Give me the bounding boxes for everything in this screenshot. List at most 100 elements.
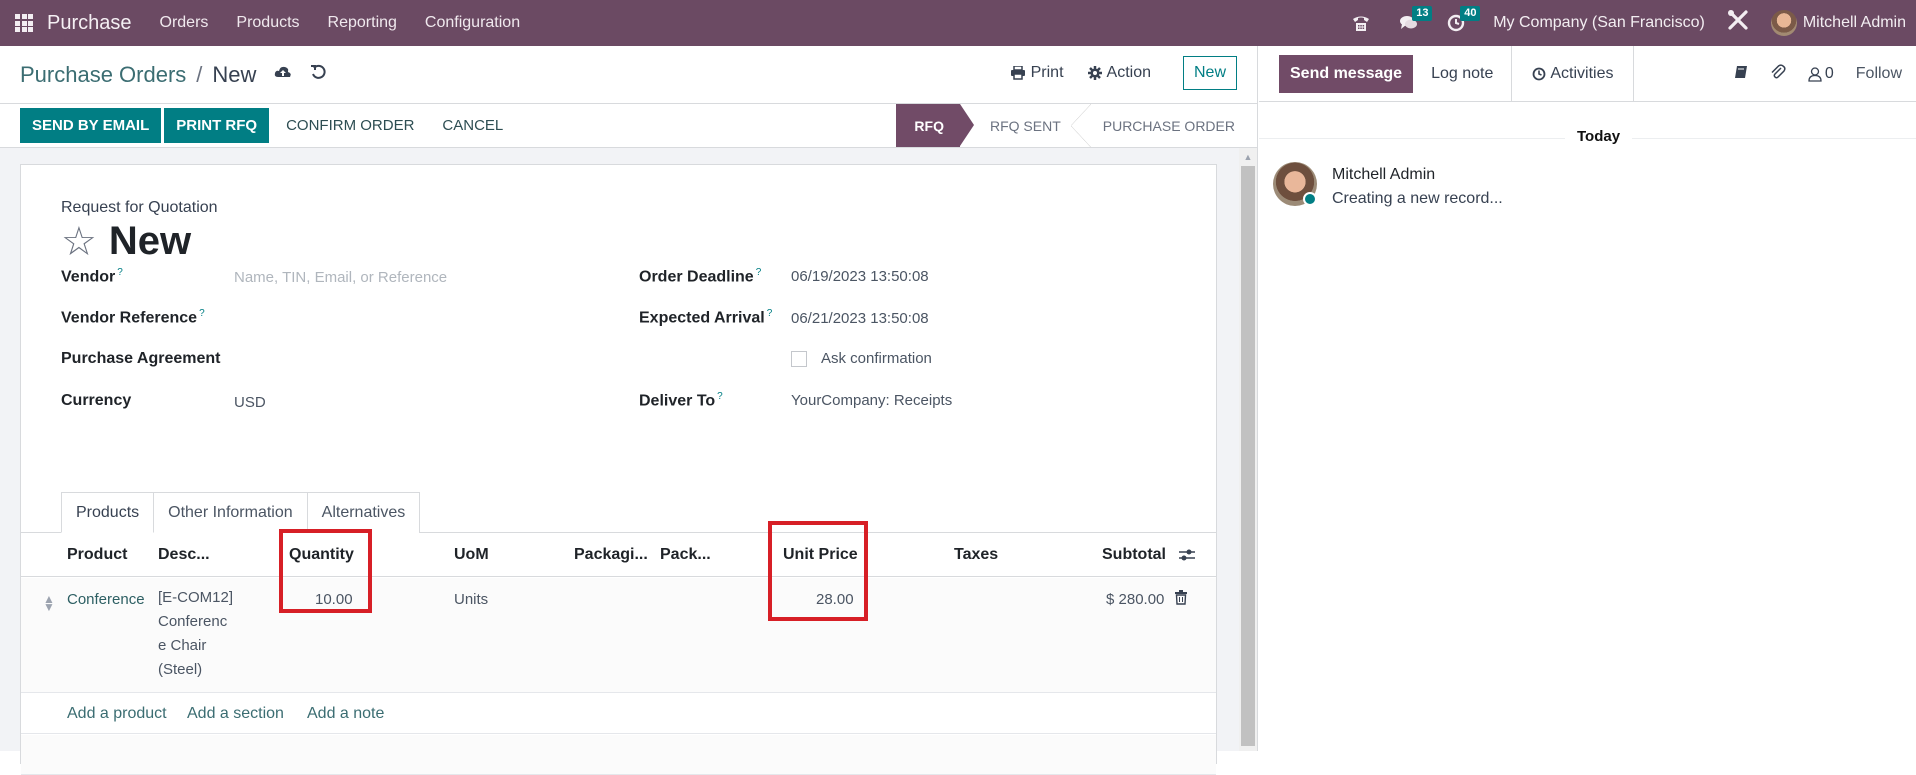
paperclip-icon[interactable] (1770, 63, 1786, 85)
menu-configuration[interactable]: Configuration (425, 14, 520, 32)
clock-icon[interactable]: 40 (1447, 6, 1481, 32)
expected-arrival-input[interactable]: 06/21/2023 13:50:08 (791, 310, 929, 327)
clock-icon (1532, 67, 1546, 80)
line-subtotal: $ 280.00 (1106, 591, 1165, 608)
currency-label: Currency (61, 392, 132, 409)
purchase-agreement-input[interactable] (234, 350, 584, 372)
online-status-dot (1303, 192, 1317, 206)
cancel-button[interactable]: CANCEL (428, 108, 517, 143)
chatter-panel: Send message Log note Activities 0 Follo… (1259, 45, 1916, 751)
stage-pipeline: RFQ RFQ SENT PURCHASE ORDER (896, 104, 1235, 147)
menu-products[interactable]: Products (236, 14, 299, 32)
confirm-order-button[interactable]: CONFIRM ORDER (272, 108, 428, 143)
message-body: Creating a new record... (1332, 190, 1503, 207)
col-packaging-qty[interactable]: Pack... (660, 546, 711, 564)
form-view: Purchase Orders / New Print Action New S… (0, 46, 1258, 775)
add-product-link[interactable]: Add a product (67, 705, 167, 723)
order-deadline-input[interactable]: 06/19/2023 13:50:08 (791, 268, 929, 285)
quantity-highlight-box (279, 529, 372, 613)
tab-products[interactable]: Products (61, 492, 155, 533)
tab-alternatives[interactable]: Alternatives (306, 492, 421, 533)
vendor-input[interactable]: Name, TIN, Email, or Reference (234, 269, 447, 286)
stage-rfq[interactable]: RFQ (896, 104, 974, 147)
scroll-thumb[interactable] (1241, 166, 1255, 746)
stage-purchase-order[interactable]: PURCHASE ORDER (1081, 104, 1235, 147)
app-name[interactable]: Purchase (47, 12, 132, 35)
col-taxes[interactable]: Taxes (954, 546, 998, 564)
col-subtotal[interactable]: Subtotal (1102, 546, 1166, 564)
purchase-agreement-field: Purchase Agreement (61, 350, 220, 368)
ask-confirmation-checkbox[interactable] (791, 350, 807, 367)
new-record-button[interactable]: New (1182, 56, 1237, 90)
line-uom[interactable]: Units (454, 591, 488, 608)
tools-icon[interactable] (1727, 9, 1749, 37)
add-line-row: Add a product Add a section Add a note (21, 694, 1216, 734)
company-switcher[interactable]: My Company (San Francisco) (1493, 14, 1705, 32)
form-scrollbar[interactable]: ▲ (1239, 148, 1257, 751)
purchase-agreement-label: Purchase Agreement (61, 350, 221, 367)
followers-button[interactable]: 0 (1808, 65, 1834, 83)
activities-button[interactable]: Activities (1511, 45, 1635, 102)
form-sheet: Request for Quotation ☆ New Vendor? Name… (20, 164, 1217, 775)
drag-handle-down-icon[interactable]: ▼ (43, 600, 55, 614)
menu-reporting[interactable]: Reporting (328, 14, 397, 32)
gear-icon (1087, 66, 1102, 80)
user-avatar[interactable] (1770, 10, 1797, 36)
order-line-row[interactable]: ▲ ▼ Conference [E-COM12] Conferenc e Cha… (21, 578, 1216, 693)
delete-line-icon[interactable] (1175, 590, 1187, 609)
col-product[interactable]: Product (67, 546, 127, 564)
menu-orders[interactable]: Orders (160, 14, 209, 32)
expected-arrival-label: Expected Arrival? (639, 308, 773, 327)
line-description[interactable]: [E-COM12] Conferenc e Chair (Steel) (158, 586, 233, 682)
print-label: Print (1030, 64, 1064, 81)
user-menu[interactable]: Mitchell Admin (1803, 14, 1906, 32)
scroll-up-arrow-icon[interactable]: ▲ (1239, 148, 1257, 166)
log-note-button[interactable]: Log note (1413, 55, 1511, 93)
deliver-to-field: Deliver To? (639, 391, 723, 410)
status-bar: SEND BY EMAIL PRINT RFQ CONFIRM ORDER CA… (0, 104, 1257, 148)
print-rfq-button[interactable]: PRINT RFQ (164, 108, 270, 143)
app-menu-icon[interactable] (15, 14, 33, 32)
messages-badge: 13 (1412, 6, 1433, 21)
control-panel: Purchase Orders / New Print Action New (0, 46, 1257, 104)
discard-undo-icon[interactable] (310, 64, 326, 85)
message-author[interactable]: Mitchell Admin (1332, 166, 1435, 184)
tab-other-information[interactable]: Other Information (153, 492, 308, 533)
ask-confirmation-label: Ask confirmation (821, 350, 932, 367)
order-deadline-field: Order Deadline? (639, 267, 761, 286)
book-icon[interactable] (1734, 65, 1748, 84)
line-product[interactable]: Conference (67, 591, 145, 608)
breadcrumb-current: New (212, 61, 257, 87)
star-favorite-icon[interactable]: ☆ (61, 222, 97, 262)
activities-badge: 40 (1460, 6, 1481, 21)
print-button[interactable]: Print (1010, 64, 1064, 82)
top-navbar: Purchase Orders Products Reporting Confi… (0, 0, 1916, 46)
add-section-link[interactable]: Add a section (187, 705, 284, 723)
currency-input[interactable]: USD (234, 394, 266, 411)
user-icon (1808, 66, 1822, 82)
action-button[interactable]: Action (1087, 64, 1151, 82)
save-cloud-icon[interactable] (274, 64, 292, 85)
deliver-to-input[interactable]: YourCompany: Receipts (791, 392, 952, 409)
send-message-button[interactable]: Send message (1279, 54, 1414, 93)
optional-columns-icon[interactable] (1178, 547, 1196, 568)
breadcrumb-purchase-orders[interactable]: Purchase Orders (20, 62, 186, 88)
add-note-link[interactable]: Add a note (307, 705, 384, 723)
phone-icon[interactable] (1351, 14, 1371, 32)
col-packaging[interactable]: Packagi... (574, 546, 648, 564)
breadcrumb: Purchase Orders / New (20, 62, 326, 88)
send-by-email-button[interactable]: SEND BY EMAIL (20, 108, 162, 143)
chatter-topbar: Send message Log note Activities 0 Follo… (1259, 45, 1916, 102)
vendor-reference-input[interactable] (234, 308, 584, 330)
printer-icon (1010, 66, 1025, 80)
col-uom[interactable]: UoM (454, 546, 489, 564)
col-description[interactable]: Desc... (158, 546, 210, 564)
chat-icon[interactable]: 13 (1399, 6, 1433, 32)
vendor-reference-label: Vendor Reference? (61, 308, 205, 327)
unit-price-highlight-box (768, 521, 868, 621)
vendor-label: Vendor? (61, 267, 123, 286)
record-type-label: Request for Quotation (61, 199, 218, 216)
followers-count: 0 (1824, 65, 1834, 82)
stage-rfq-sent[interactable]: RFQ SENT (960, 104, 1091, 147)
follow-button[interactable]: Follow (1856, 65, 1902, 83)
